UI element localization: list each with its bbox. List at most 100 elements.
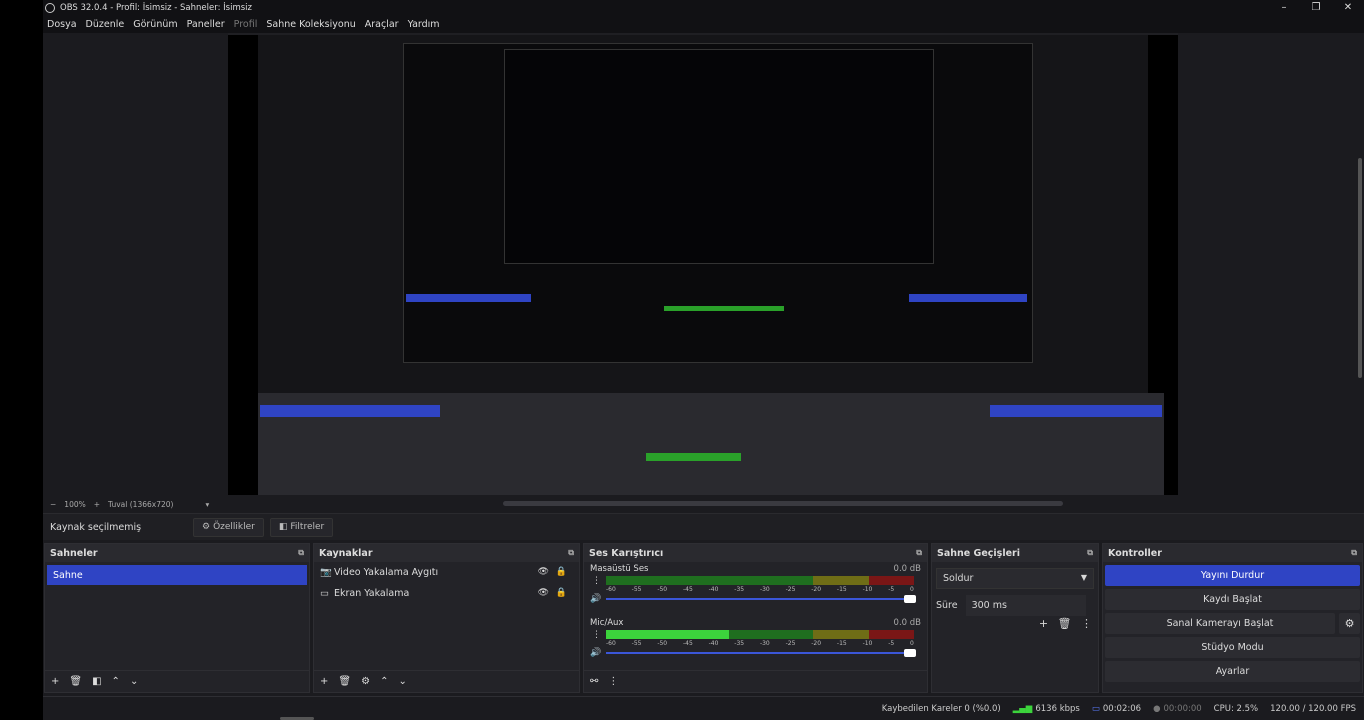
status-bar: Kaybedilen Kareler 0 (%0.0) ▂▄▆ 6136 kbp… bbox=[43, 696, 1364, 720]
transitions-title: Sahne Geçişleri bbox=[937, 547, 1020, 559]
signal-icon: ▂▄▆ bbox=[1012, 703, 1033, 714]
stop-stream-button[interactable]: Yayını Durdur bbox=[1105, 565, 1360, 586]
duration-input[interactable]: 300 ms bbox=[965, 595, 1086, 616]
undock-icon[interactable]: ⧉ bbox=[1351, 548, 1357, 558]
nested-obs-capture-2 bbox=[403, 43, 1033, 363]
menu-view[interactable]: Görünüm bbox=[133, 19, 177, 30]
meter-ticks: -60 -55 -50 -45 -40 -35 -30 -25 -20 -15 -10 -5 0 bbox=[606, 640, 914, 647]
undock-icon[interactable]: ⧉ bbox=[298, 548, 304, 558]
volume-slider-knob[interactable] bbox=[904, 595, 916, 603]
nested-stop-button bbox=[909, 294, 1027, 302]
speaker-icon[interactable]: 🔊 bbox=[590, 648, 601, 658]
lock-icon[interactable]: 🔒 bbox=[556, 567, 567, 577]
source-item[interactable]: 📷 Video Yakalama Aygıtı 👁 🔒 bbox=[314, 562, 579, 583]
kebab-menu-icon[interactable]: ⋮ bbox=[592, 630, 601, 640]
sources-footer: + 🗑 ⚙ ⌃ ⌄ bbox=[314, 670, 579, 692]
add-icon[interactable]: + bbox=[1039, 617, 1048, 630]
gear-icon[interactable]: ⚙ bbox=[361, 676, 370, 687]
filters-button[interactable]: ◧ Filtreler bbox=[269, 517, 334, 537]
scene-item[interactable]: Sahne bbox=[47, 565, 307, 585]
preview-left-margin bbox=[43, 33, 228, 495]
transition-select[interactable]: Soldur ▼ bbox=[936, 568, 1094, 589]
transitions-dock-header: Sahne Geçişleri ⧉ bbox=[932, 544, 1098, 562]
speaker-icon[interactable]: 🔊 bbox=[590, 594, 601, 604]
start-recording-button[interactable]: Kaydı Başlat bbox=[1105, 589, 1360, 610]
scrollbar-thumb[interactable] bbox=[1358, 158, 1362, 378]
source-label: Video Yakalama Aygıtı bbox=[334, 567, 439, 578]
nested-obs-capture bbox=[258, 35, 1164, 495]
move-down-icon[interactable]: ⌄ bbox=[398, 676, 406, 687]
link-icon[interactable]: ⚯ bbox=[590, 676, 598, 687]
trash-icon[interactable]: 🗑 bbox=[338, 676, 351, 687]
menu-scene-collection[interactable]: Sahne Koleksiyonu bbox=[266, 19, 355, 30]
nested-obs-capture-3 bbox=[504, 49, 934, 264]
volume-meter bbox=[606, 630, 914, 639]
kebab-menu-icon[interactable]: ⋮ bbox=[608, 676, 618, 687]
source-item[interactable]: ▭ Ekran Yakalama 👁 🔒 bbox=[314, 583, 579, 604]
volume-meter bbox=[606, 576, 914, 585]
mixer-footer: ⚯ ⋮ bbox=[584, 670, 927, 692]
move-down-icon[interactable]: ⌄ bbox=[130, 676, 138, 687]
eye-icon[interactable]: 👁 bbox=[538, 567, 549, 577]
settings-button[interactable]: Ayarlar bbox=[1105, 661, 1360, 682]
controls-dock: Kontroller ⧉ Yayını Durdur Kaydı Başlat S… bbox=[1102, 543, 1363, 693]
record-icon: ● bbox=[1153, 703, 1161, 714]
channel-db: 0.0 dB bbox=[893, 618, 921, 628]
zoom-dropdown-icon[interactable]: ▾ bbox=[205, 500, 209, 509]
start-virtual-camera-button[interactable]: Sanal Kamerayı Başlat bbox=[1105, 613, 1335, 634]
properties-label: Özellikler bbox=[213, 522, 255, 532]
nested-scene-item bbox=[406, 294, 531, 302]
obs-logo-icon bbox=[45, 3, 55, 13]
zoom-out-button[interactable]: − bbox=[50, 500, 56, 509]
obs-window: OBS 32.0.4 - Profil: İsimsiz - Sahneler:… bbox=[43, 0, 1364, 720]
kebab-menu-icon[interactable]: ⋮ bbox=[592, 576, 601, 586]
lock-icon[interactable]: 🔒 bbox=[556, 588, 567, 598]
preview-horizontal-scrollbar[interactable] bbox=[503, 501, 1063, 506]
channel-db: 0.0 dB bbox=[893, 564, 921, 574]
menu-help[interactable]: Yardım bbox=[408, 19, 440, 30]
volume-slider[interactable] bbox=[606, 595, 916, 603]
sources-dock-header: Kaynaklar ⧉ bbox=[314, 544, 579, 562]
add-icon[interactable]: + bbox=[320, 676, 328, 687]
close-button[interactable]: ✕ bbox=[1332, 0, 1364, 16]
menu-edit[interactable]: Düzenle bbox=[86, 19, 125, 30]
eye-icon[interactable]: 👁 bbox=[538, 588, 549, 598]
title-bar: OBS 32.0.4 - Profil: İsimsiz - Sahneler:… bbox=[43, 0, 1364, 16]
menu-profile[interactable]: Profil bbox=[234, 19, 258, 30]
menu-docks[interactable]: Paneller bbox=[187, 19, 225, 30]
properties-button[interactable]: ⚙ Özellikler bbox=[193, 517, 264, 537]
source-toolbar: Kaynak seçilmemiş ⚙ Özellikler ◧ Filtreler bbox=[43, 513, 1364, 540]
gear-icon[interactable]: ⚙ bbox=[1339, 613, 1360, 634]
undock-icon[interactable]: ⧉ bbox=[568, 548, 574, 558]
mixer-channel: Masaüstü Ses 0.0 dB ⋮ -60 -55 -50 -45 -40 -35… bbox=[584, 562, 927, 616]
menu-bar: Dosya Düzenle Görünüm Paneller Profil Sa… bbox=[43, 16, 1364, 33]
move-up-icon[interactable]: ⌃ bbox=[380, 676, 388, 687]
transition-buttons: + 🗑 ⋮ bbox=[1033, 617, 1092, 630]
window-title: OBS 32.0.4 - Profil: İsimsiz - Sahneler:… bbox=[60, 3, 252, 13]
volume-slider-knob[interactable] bbox=[904, 649, 916, 657]
studio-mode-button[interactable]: Stüdyo Modu bbox=[1105, 637, 1360, 658]
chevron-down-icon: ▼ bbox=[1080, 573, 1087, 582]
duration-label: Süre bbox=[936, 600, 958, 611]
preview-canvas[interactable] bbox=[228, 35, 1178, 497]
trash-icon[interactable]: 🗑 bbox=[69, 676, 82, 687]
trash-icon[interactable]: 🗑 bbox=[1058, 617, 1072, 630]
minimize-button[interactable]: – bbox=[1268, 0, 1300, 16]
menu-tools[interactable]: Araçlar bbox=[365, 19, 399, 30]
scenes-dock: Sahneler ⧉ Sahne + 🗑 ◧ ⌃ ⌄ bbox=[44, 543, 310, 693]
kebab-menu-icon[interactable]: ⋮ bbox=[1081, 617, 1092, 630]
camera-icon: 📷 bbox=[320, 567, 332, 578]
preview-scrollbar[interactable] bbox=[1356, 38, 1364, 383]
maximize-button[interactable]: ❐ bbox=[1300, 0, 1332, 16]
zoom-in-button[interactable]: + bbox=[94, 500, 100, 509]
undock-icon[interactable]: ⧉ bbox=[1087, 548, 1093, 558]
add-icon[interactable]: + bbox=[51, 676, 59, 687]
filter-icon[interactable]: ◧ bbox=[92, 676, 101, 687]
move-up-icon[interactable]: ⌃ bbox=[112, 676, 120, 687]
menu-file[interactable]: Dosya bbox=[47, 19, 77, 30]
nested-meter-large bbox=[646, 453, 741, 461]
scenes-dock-header: Sahneler ⧉ bbox=[45, 544, 309, 562]
volume-slider[interactable] bbox=[606, 649, 916, 657]
sources-title: Kaynaklar bbox=[319, 547, 373, 559]
undock-icon[interactable]: ⧉ bbox=[916, 548, 922, 558]
